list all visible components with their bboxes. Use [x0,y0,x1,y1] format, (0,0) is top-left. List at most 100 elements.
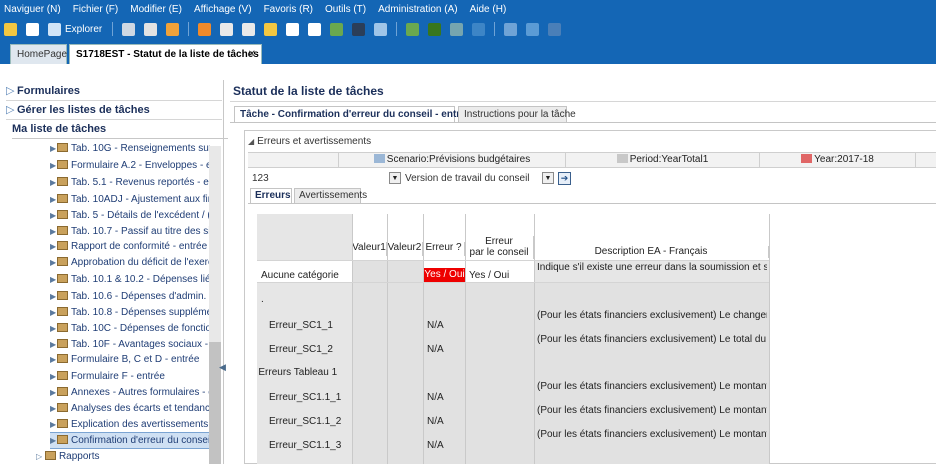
task-item[interactable]: ▶ Tab. 10.7 - Passif au titre des sites [50,224,210,239]
globe-icon[interactable] [472,22,486,36]
tab-task[interactable]: Tâche - Confirmation d'erreur du conseil… [234,106,471,122]
menu-aide[interactable]: Aide (H) [470,3,507,16]
task-item[interactable]: ▶ Tab. 10F - Avantages sociaux - entr [50,337,210,352]
explorer-label[interactable]: Explorer [65,24,102,35]
error-cell[interactable]: N/A [427,416,463,428]
version-select-value[interactable]: Version de travail du conseil [405,173,530,184]
task-item[interactable]: ▶ Tab. 5.1 - Revenus reportés - entré [50,175,210,190]
task-item-selected[interactable]: ▶ Confirmation d'erreur du consei [50,432,210,449]
task-item[interactable]: ▶ Explication des avertissements - en [50,417,210,432]
error-cell[interactable]: N/A [427,392,463,404]
explorer-icon[interactable] [48,22,61,36]
task-item[interactable]: ▶ Approbation du déficit de l'exercice [50,255,210,270]
back-icon[interactable] [504,22,518,36]
pov-year[interactable]: Year:2017-18 [759,153,915,167]
entity-dropdown-button[interactable]: ▼ [389,172,401,184]
menu-favoris[interactable]: Favoris (R) [264,3,313,16]
pov-scenario-label: Scenario:Prévisions budgétaires [386,154,531,165]
tab-warnings[interactable]: Avertissements [294,188,367,203]
task-label: Tab. 10C - Dépenses de fonctionne [71,323,210,334]
close-icon[interactable]: ✕ [248,45,256,64]
error-cell[interactable]: N/A [427,320,463,332]
task-item[interactable]: ▶ Formulaire B, C et D - entrée [50,352,210,367]
task-item[interactable]: ▶ Tab. 5 - Détails de l'excédent / (défi [50,208,210,223]
pov-scenario[interactable]: Scenario:Prévisions budgétaires [338,153,565,167]
task-item[interactable]: ▶ Tab. 10.8 - Dépenses supplémentai [50,305,210,320]
task-item[interactable]: ▶ Tab. 10C - Dépenses de fonctionne [50,321,210,336]
task-item[interactable]: ▶ Formulaire F - entrée [50,369,210,384]
edit-icon[interactable] [198,22,212,36]
row-header-group[interactable]: ◀ Erreurs Tableau 1 [257,367,350,379]
entity-select-value[interactable]: 123 [252,173,269,184]
tab-homepage[interactable]: HomePage [10,44,67,64]
calculate-icon[interactable] [330,22,344,36]
approve-icon[interactable] [406,22,420,36]
row-header: Erreur_SC1.1_3 [269,440,342,451]
tab-instructions[interactable]: Instructions pour la tâche [458,106,576,122]
task-item[interactable]: ▶ Rapport de conformité - entrée [50,239,210,254]
task-box-icon [57,354,68,363]
expand-icon: ▶ [50,161,57,170]
task-item[interactable]: ▶ Analyses des écarts et tendances - [50,401,210,416]
left-scrollbar-thumb[interactable] [209,342,221,464]
validate-icon[interactable] [352,22,366,36]
accordion-forms[interactable]: ▷ Formulaires [6,82,222,101]
reports-node[interactable]: ▷ Rapports [36,451,100,462]
col-header-valeur1: Valeur1 [352,242,387,256]
task-item[interactable]: ▶ Tab. 10.1 & 10.2 - Dépenses liées a [50,272,210,287]
print-icon[interactable] [144,22,158,36]
document-icon[interactable] [220,22,234,36]
accordion-manage-tasklists[interactable]: ▷ Gérer les listes de tâches [6,101,222,120]
menu-affichage[interactable]: Affichage (V) [194,3,252,16]
task-item[interactable]: ▶ Tab. 10.6 - Dépenses d'admin. du c [50,289,210,304]
error-cell[interactable]: Yes / Oui [424,268,465,282]
menu-naviguer[interactable]: Naviguer (N) [4,3,61,16]
toolbar-separator [188,22,190,36]
download-icon[interactable] [450,22,464,36]
task-item[interactable]: ▶ Formulaire A.2 - Enveloppes - entré [50,158,210,173]
task-label: Tab. 5.1 - Revenus reportés - entré [71,177,210,188]
copy-icon[interactable] [242,22,256,36]
version-dropdown-button[interactable]: ▼ [542,172,554,184]
lock-icon[interactable] [264,22,278,36]
menu-administration[interactable]: Administration (A) [378,3,457,16]
new-document-icon[interactable] [26,22,39,36]
task-item[interactable]: ▶ Annexes - Autres formulaires - entr [50,385,210,400]
home-icon[interactable] [4,22,17,36]
accepted-cell[interactable]: Yes / Oui [469,270,533,282]
collapse-panel-icon[interactable]: ◀ [219,362,229,376]
tab-errors[interactable]: Erreurs [250,188,292,203]
pov-bar: Scenario:Prévisions budgétaires Period:Y… [248,152,936,168]
expand-icon: ▶ [50,258,57,267]
task-item[interactable]: ▶ Tab. 10G - Renseignements supplé [50,141,210,156]
pov-year-label: Year:2017-18 [814,154,874,165]
refresh-icon[interactable] [166,22,180,36]
error-cell[interactable]: N/A [427,344,463,356]
go-arrow-button[interactable]: ➔ [558,172,571,185]
section-title: Erreurs et avertissements [257,136,372,147]
menu-modifier[interactable]: Modifier (E) [130,3,182,16]
error-cell[interactable]: N/A [427,440,463,452]
save-icon[interactable] [122,22,136,36]
form-icon[interactable] [286,22,300,36]
forward-icon[interactable] [526,22,540,36]
pov-empty-cell [915,153,936,167]
menu-fichier[interactable]: Fichier (F) [73,3,119,16]
col-header-acceptee-2: par le conseil [465,247,534,259]
task-label: Tab. 10.8 - Dépenses supplémentai [71,307,210,318]
col-header-description: Description EA - Français [534,246,769,258]
shield-icon[interactable] [428,22,442,36]
menu-outils[interactable]: Outils (T) [325,3,366,16]
expand-icon: ▶ [50,275,57,284]
export-icon[interactable] [548,22,562,36]
pov-period[interactable]: Period:YearTotal1 [565,153,759,167]
expand-icon: ▶ [50,195,57,204]
toolbar: Explorer [4,21,570,37]
section-header[interactable]: ◢ Erreurs et avertissements [248,136,371,147]
grid-icon[interactable] [308,22,322,36]
accordion-my-tasklist[interactable]: Ma liste de tâches [12,120,228,139]
description-cell: (Pour les états financiers exclusivement… [537,310,767,321]
users-icon[interactable] [374,22,388,36]
tab-task-status[interactable]: S1718EST - Statut de la liste de tâches … [69,44,262,64]
task-item[interactable]: ▶ Tab. 10ADJ - Ajustement aux fins d [50,192,210,207]
